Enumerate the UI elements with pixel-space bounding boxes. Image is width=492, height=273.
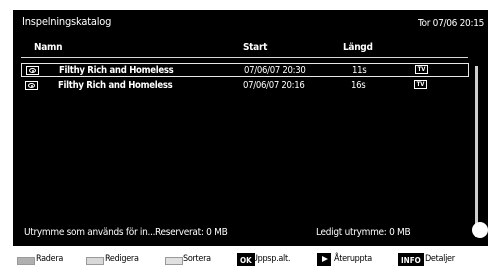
playback-options-label[interactable]: Uppsp.alt. xyxy=(252,254,290,264)
free-space-text: Ledigt utrymme: 0 MB xyxy=(316,227,411,238)
reserved-space-text: Reserverat: 0 MB xyxy=(155,227,228,238)
page-title: Inspelningskatalog xyxy=(22,15,112,28)
column-header-length: Längd xyxy=(343,42,373,53)
used-space-text: Utrymme som används för in... xyxy=(24,227,156,238)
info-key-icon[interactable]: INFO xyxy=(398,253,424,266)
sort-button-label[interactable]: Sortera xyxy=(183,254,211,264)
delete-button-label[interactable]: Radera xyxy=(36,254,63,264)
eye-icon xyxy=(25,81,38,90)
recording-name: Filthy Rich and Homeless xyxy=(59,65,174,76)
scrollbar-thumb[interactable] xyxy=(472,222,488,238)
play-icon[interactable] xyxy=(317,253,331,266)
recording-length: 11s xyxy=(352,65,367,76)
resume-label[interactable]: Återuppta xyxy=(334,254,372,264)
scrollbar-track[interactable] xyxy=(475,66,478,237)
recording-start: 07/06/07 20:16 xyxy=(243,80,305,91)
recording-row[interactable]: Filthy Rich and Homeless 07/06/07 20:16 … xyxy=(21,79,469,93)
green-button-swatch[interactable] xyxy=(86,257,104,265)
clock: Tor 07/06 20:15 xyxy=(418,18,485,29)
tv-badge-icon: TV xyxy=(414,80,427,89)
recording-row[interactable]: Filthy Rich and Homeless 07/06/07 20:30 … xyxy=(21,63,469,77)
red-button-swatch[interactable] xyxy=(17,257,35,265)
column-header-name: Namn xyxy=(34,42,63,53)
edit-button-label[interactable]: Redigera xyxy=(105,254,139,264)
column-header-start: Start xyxy=(243,42,268,53)
recording-name: Filthy Rich and Homeless xyxy=(58,80,173,91)
recording-start: 07/06/07 20:30 xyxy=(244,65,306,76)
yellow-button-swatch[interactable] xyxy=(165,257,183,265)
eye-icon xyxy=(26,66,39,75)
tv-badge-icon: TV xyxy=(415,65,428,74)
recording-length: 16s xyxy=(351,80,366,91)
details-label[interactable]: Detaljer xyxy=(425,254,455,264)
header-divider xyxy=(21,57,468,58)
